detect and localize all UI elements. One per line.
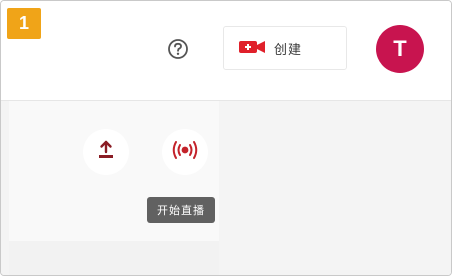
create-button-label: 创建 (274, 41, 303, 57)
upload-video-button[interactable] (83, 129, 129, 175)
avatar[interactable]: T (376, 25, 424, 73)
top-bar: 创建 T (1, 1, 451, 101)
tooltip: 开始直播 (147, 197, 215, 223)
help-button[interactable] (161, 34, 195, 68)
video-camera-plus-icon (238, 39, 266, 58)
avatar-initial: T (393, 36, 407, 61)
create-button[interactable]: 创建 (223, 26, 347, 70)
live-broadcast-icon (172, 140, 198, 165)
step-number: 1 (18, 13, 29, 33)
upload-icon (95, 139, 117, 166)
dropdown-panel-lower (9, 241, 219, 275)
tooltip-text: 开始直播 (157, 205, 205, 217)
go-live-button[interactable] (162, 129, 208, 175)
screenshot-frame: 创建 T 开始直播 1 (0, 0, 452, 276)
step-badge: 1 (7, 8, 41, 39)
help-circle-icon (167, 38, 189, 65)
